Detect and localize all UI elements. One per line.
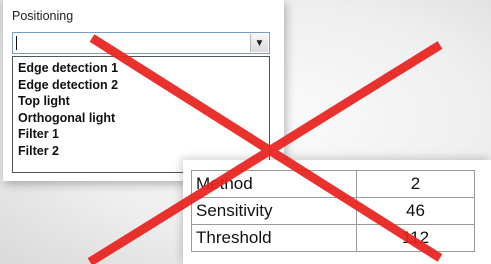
red-cross-icon xyxy=(87,34,443,264)
